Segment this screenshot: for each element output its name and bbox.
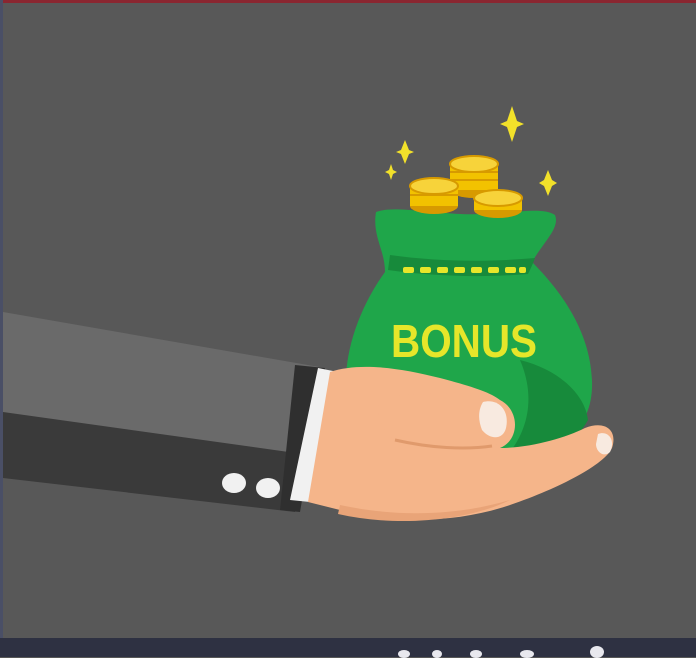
sleeve-button — [222, 473, 246, 493]
suit-sleeve — [3, 312, 325, 512]
bottom-strip — [0, 638, 696, 658]
sparkle-icon — [396, 140, 414, 164]
sparkle-icon — [539, 170, 557, 196]
coin-icon — [409, 177, 459, 214]
sparkle-icon — [385, 164, 397, 180]
strip-mark — [590, 646, 604, 658]
sparkle-icon — [500, 106, 524, 142]
bag-stitching — [403, 267, 526, 273]
illustration-frame: BONUS — [0, 0, 696, 658]
coin-icon — [473, 189, 523, 218]
bag-label: BONUS — [391, 315, 537, 367]
coin-stack — [409, 155, 523, 218]
bonus-illustration: BONUS — [3, 106, 614, 522]
sleeve-button — [256, 478, 280, 498]
